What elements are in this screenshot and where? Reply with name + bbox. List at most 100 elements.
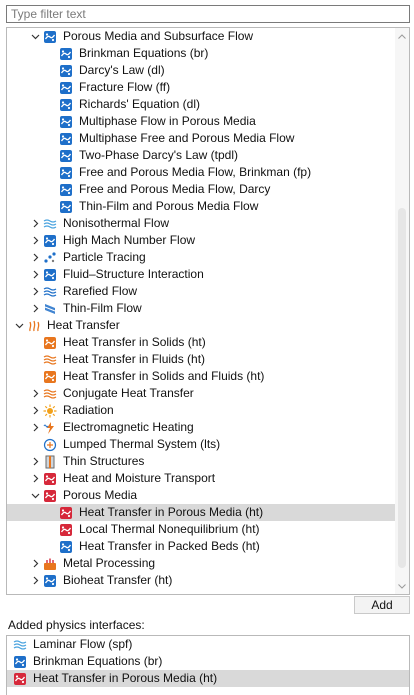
- tree-item-thin-film-and-porous-media-flow[interactable]: Thin-Film and Porous Media Flow: [7, 198, 395, 215]
- tree-item-label: Bioheat Transfer (ht): [63, 573, 173, 587]
- lumped-thermal-icon: [43, 438, 57, 451]
- tree-item-radiation[interactable]: Radiation: [7, 402, 395, 419]
- fracture-flow-icon: [60, 81, 72, 94]
- tree-item-thin-film-flow[interactable]: Thin-Film Flow: [7, 300, 395, 317]
- tree-item-multiphase-free-and-porous-media-flow[interactable]: Multiphase Free and Porous Media Flow: [7, 130, 395, 147]
- tree-item-particle-tracing[interactable]: Particle Tracing: [7, 249, 395, 266]
- physics-tree[interactable]: Porous Media and Subsurface Flow Brinkman…: [6, 27, 410, 595]
- chevron-right-icon[interactable]: [31, 215, 40, 232]
- chevron-right-icon[interactable]: [31, 402, 40, 419]
- tree-item-lumped-thermal-system-lts[interactable]: Lumped Thermal System (lts): [7, 436, 395, 453]
- tree-item-label: Heat Transfer in Solids and Fluids (ht): [63, 369, 265, 383]
- added-item-laminar-flow-spf[interactable]: Laminar Flow (spf): [7, 636, 409, 653]
- free-porous-brinkman-icon: [60, 166, 72, 179]
- tree-item-label: Fracture Flow (ff): [79, 80, 171, 94]
- tree-item-label: Thin-Film and Porous Media Flow: [79, 199, 259, 213]
- chevron-right-icon[interactable]: [31, 453, 40, 470]
- tree-item-label: Porous Media: [63, 488, 138, 502]
- tree-item-label: High Mach Number Flow: [63, 233, 196, 247]
- heat-solids-fluids-icon: [44, 370, 56, 383]
- thin-film-flow-icon: [44, 303, 56, 314]
- tree-scrollbar[interactable]: [395, 28, 409, 594]
- scroll-up-arrow[interactable]: [395, 28, 409, 44]
- filter-input[interactable]: [6, 5, 410, 23]
- tree-item-label: Heat and Moisture Transport: [63, 471, 216, 485]
- tree-item-brinkman-equations-br[interactable]: Brinkman Equations (br): [7, 45, 395, 62]
- tree-item-fracture-flow-ff[interactable]: Fracture Flow (ff): [7, 79, 395, 96]
- heat-transfer-icon: [29, 320, 40, 331]
- tree-item-heat-and-moisture-transport[interactable]: Heat and Moisture Transport: [7, 470, 395, 487]
- chevron-right-icon[interactable]: [31, 232, 40, 249]
- tree-item-label: Rarefied Flow: [63, 284, 138, 298]
- bioheat-icon: [44, 574, 56, 587]
- tree-item-heat-transfer-in-solids-and-fluids-ht[interactable]: Heat Transfer in Solids and Fluids (ht): [7, 368, 395, 385]
- added-item-heat-transfer-in-porous-media-ht[interactable]: Heat Transfer in Porous Media (ht): [7, 670, 409, 687]
- chevron-right-icon[interactable]: [31, 266, 40, 283]
- heat-moisture-icon: [44, 472, 56, 485]
- thin-film-porous-icon: [60, 200, 72, 213]
- chevron-right-icon[interactable]: [31, 300, 40, 317]
- tree-item-two-phase-darcy-s-law-tpdl[interactable]: Two-Phase Darcy's Law (tpdl): [7, 147, 395, 164]
- chevron-down-icon[interactable]: [31, 28, 40, 45]
- tree-item-porous-media[interactable]: Porous Media: [7, 487, 395, 504]
- tree-item-nonisothermal-flow[interactable]: Nonisothermal Flow: [7, 215, 395, 232]
- free-porous-darcy-icon: [60, 183, 72, 196]
- high-mach-flow-icon: [44, 234, 56, 247]
- tree-item-thin-structures[interactable]: Thin Structures: [7, 453, 395, 470]
- tree-item-multiphase-flow-in-porous-media[interactable]: Multiphase Flow in Porous Media: [7, 113, 395, 130]
- add-button[interactable]: Add: [354, 596, 410, 614]
- tree-item-label: Metal Processing: [63, 556, 156, 570]
- tree-item-bioheat-transfer-ht[interactable]: Bioheat Transfer (ht): [7, 572, 395, 589]
- chevron-down-icon[interactable]: [31, 487, 40, 504]
- tree-item-metal-processing[interactable]: Metal Processing: [7, 555, 395, 572]
- added-interfaces-list[interactable]: Laminar Flow (spf) Brinkman Equations (br…: [6, 635, 410, 695]
- tree-item-heat-transfer[interactable]: Heat Transfer: [7, 317, 395, 334]
- added-item-brinkman-equations-br[interactable]: Brinkman Equations (br): [7, 653, 409, 670]
- chevron-right-icon[interactable]: [31, 470, 40, 487]
- tree-item-fluid-structure-interaction[interactable]: Fluid–Structure Interaction: [7, 266, 395, 283]
- porous-media-icon: [44, 30, 56, 43]
- tree-item-high-mach-number-flow[interactable]: High Mach Number Flow: [7, 232, 395, 249]
- tree-rows: Porous Media and Subsurface Flow Brinkman…: [7, 28, 395, 589]
- tree-item-heat-transfer-in-porous-media-ht[interactable]: Heat Transfer in Porous Media (ht): [7, 504, 395, 521]
- tree-item-electromagnetic-heating[interactable]: Electromagnetic Heating: [7, 419, 395, 436]
- tree-item-heat-transfer-in-fluids-ht[interactable]: Heat Transfer in Fluids (ht): [7, 351, 395, 368]
- tree-item-darcy-s-law-dl[interactable]: Darcy's Law (dl): [7, 62, 395, 79]
- tree-item-label: Darcy's Law (dl): [79, 63, 165, 77]
- chevron-right-icon[interactable]: [31, 283, 40, 300]
- scroll-down-arrow[interactable]: [395, 578, 409, 594]
- chevron-right-icon[interactable]: [31, 249, 40, 266]
- radiation-icon: [43, 404, 57, 417]
- added-rows: Laminar Flow (spf) Brinkman Equations (br…: [7, 636, 409, 687]
- tree-item-label: Heat Transfer in Solids (ht): [63, 335, 206, 349]
- chevron-right-icon[interactable]: [31, 419, 40, 436]
- chevron-right-icon[interactable]: [31, 555, 40, 572]
- thin-structures-icon: [45, 455, 55, 468]
- tree-item-richards-equation-dl[interactable]: Richards' Equation (dl): [7, 96, 395, 113]
- tree-item-conjugate-heat-transfer[interactable]: Conjugate Heat Transfer: [7, 385, 395, 402]
- tree-item-local-thermal-nonequilibrium-ht[interactable]: Local Thermal Nonequilibrium (ht): [7, 521, 395, 538]
- tree-item-porous-media-and-subsurface-flow[interactable]: Porous Media and Subsurface Flow: [7, 28, 395, 45]
- tree-item-heat-transfer-in-solids-ht[interactable]: Heat Transfer in Solids (ht): [7, 334, 395, 351]
- scroll-thumb[interactable]: [398, 208, 406, 568]
- chevron-down-icon[interactable]: [15, 317, 24, 334]
- chevron-right-icon[interactable]: [31, 572, 40, 589]
- tree-item-free-and-porous-media-flow-darcy[interactable]: Free and Porous Media Flow, Darcy: [7, 181, 395, 198]
- brinkman-equations-icon: [14, 655, 26, 668]
- tree-item-free-and-porous-media-flow-brinkman-fp[interactable]: Free and Porous Media Flow, Brinkman (fp…: [7, 164, 395, 181]
- tree-item-heat-transfer-in-packed-beds-ht[interactable]: Heat Transfer in Packed Beds (ht): [7, 538, 395, 555]
- tree-item-label: Porous Media and Subsurface Flow: [63, 29, 254, 43]
- tree-item-label: Heat Transfer in Packed Beds (ht): [79, 539, 260, 553]
- multiphase-free-porous-icon: [60, 132, 72, 145]
- tree-item-rarefied-flow[interactable]: Rarefied Flow: [7, 283, 395, 300]
- added-item-label: Laminar Flow (spf): [33, 637, 133, 651]
- chevron-right-icon[interactable]: [31, 385, 40, 402]
